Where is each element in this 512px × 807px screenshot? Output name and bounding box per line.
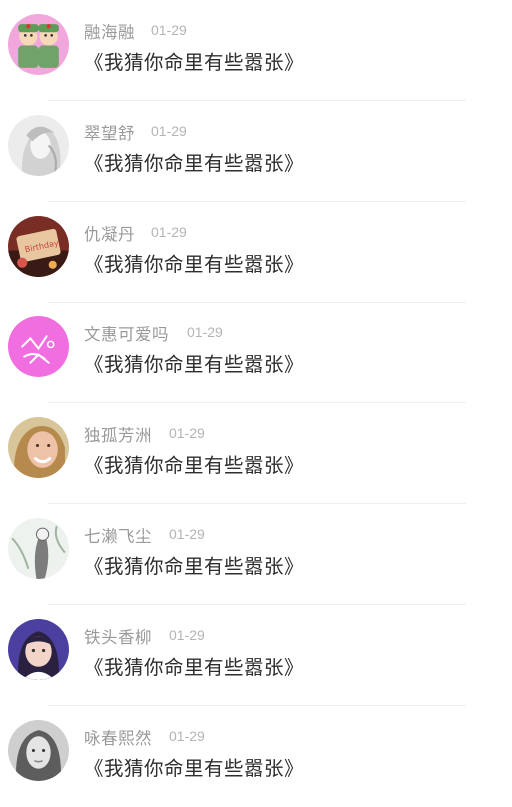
comment-list: 融海融 01-29 《我猜你命里有些嚣张》 翠望舒 01-29 《我猜你命里有些…: [0, 0, 512, 799]
comment-date: 01-29: [151, 224, 187, 240]
comment-username[interactable]: 咏春熙然: [84, 725, 152, 749]
avatar-anime-girl-icon[interactable]: [8, 619, 69, 680]
comment-text: 《我猜你命里有些嚣张》: [84, 152, 305, 175]
comment-item[interactable]: Birthday 仇凝丹 01-29 《我猜你命里有些嚣张》: [0, 202, 512, 303]
comment-text: 《我猜你命里有些嚣张》: [84, 757, 305, 780]
comment-text: 《我猜你命里有些嚣张》: [84, 253, 305, 276]
comment-date: 01-29: [169, 627, 205, 643]
comment-text: 《我猜你命里有些嚣张》: [84, 353, 305, 376]
comment-item[interactable]: 融海融 01-29 《我猜你命里有些嚣张》: [0, 0, 512, 101]
comment-text: 《我猜你命里有些嚣张》: [84, 555, 305, 578]
comment-date: 01-29: [169, 728, 205, 744]
avatar-grayscale-portrait-icon[interactable]: [8, 720, 69, 781]
avatar-birthday-cake-icon[interactable]: Birthday: [8, 216, 69, 277]
comment-username[interactable]: 翠望舒: [84, 120, 135, 144]
comment-item[interactable]: 独孤芳洲 01-29 《我猜你命里有些嚣张》: [0, 403, 512, 504]
comment-username[interactable]: 铁头香柳: [84, 624, 152, 648]
comment-text: 《我猜你命里有些嚣张》: [84, 51, 305, 74]
comment-text: 《我猜你命里有些嚣张》: [84, 656, 305, 679]
avatar-pink-doodle-icon[interactable]: [8, 316, 69, 377]
comment-date: 01-29: [187, 324, 223, 340]
comment-item[interactable]: 翠望舒 01-29 《我猜你命里有些嚣张》: [0, 101, 512, 202]
comment-username[interactable]: 融海融: [84, 19, 135, 43]
comment-username[interactable]: 文惠可爱吗: [84, 321, 169, 345]
comment-item[interactable]: 七濑飞尘 01-29 《我猜你命里有些嚣张》: [0, 504, 512, 605]
comment-username[interactable]: 独孤芳洲: [84, 422, 152, 446]
comment-text: 《我猜你命里有些嚣张》: [84, 454, 305, 477]
comment-item[interactable]: 铁头香柳 01-29 《我猜你命里有些嚣张》: [0, 605, 512, 706]
comment-date: 01-29: [169, 425, 205, 441]
comment-date: 01-29: [151, 123, 187, 139]
comment-date: 01-29: [151, 22, 187, 38]
avatar-smiling-woman-icon[interactable]: [8, 417, 69, 478]
avatar-sketch-portrait-icon[interactable]: [8, 115, 69, 176]
avatar-cartoon-soldiers-icon[interactable]: [8, 14, 69, 75]
comment-date: 01-29: [169, 526, 205, 542]
comment-username[interactable]: 仇凝丹: [84, 221, 135, 245]
comment-item[interactable]: 咏春熙然 01-29 《我猜你命里有些嚣张》: [0, 706, 512, 807]
comment-item[interactable]: 文惠可爱吗 01-29 《我猜你命里有些嚣张》: [0, 302, 512, 403]
avatar-ink-painting-icon[interactable]: [8, 518, 69, 579]
comment-username[interactable]: 七濑飞尘: [84, 523, 152, 547]
